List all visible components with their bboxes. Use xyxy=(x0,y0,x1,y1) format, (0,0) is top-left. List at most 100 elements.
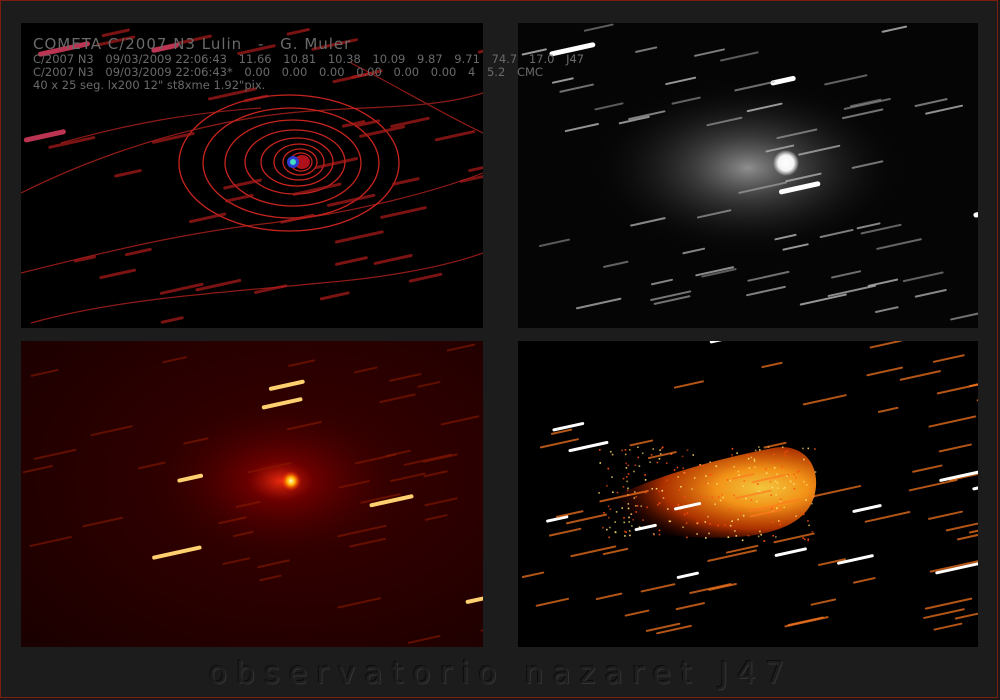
tail-speck xyxy=(729,524,732,527)
tail-speck xyxy=(711,496,714,499)
tail-speck xyxy=(628,521,631,523)
tail-speck xyxy=(696,533,698,535)
tail-speck xyxy=(805,499,807,501)
tail-speck xyxy=(811,502,813,505)
tail-speck xyxy=(716,482,718,485)
tail-speck xyxy=(748,467,751,469)
tail-speck xyxy=(628,516,630,519)
tail-speck xyxy=(779,523,782,526)
tail-speck xyxy=(627,464,630,467)
tail-speck xyxy=(633,491,636,493)
tail-speck xyxy=(693,477,696,479)
tail-speck xyxy=(707,482,709,485)
tail-speck xyxy=(621,449,624,452)
tail-speck xyxy=(775,536,777,538)
tail-speck xyxy=(814,471,817,473)
tail-speck xyxy=(665,462,668,465)
tail-speck xyxy=(704,521,707,523)
tail-speck xyxy=(781,466,783,468)
tail-speck xyxy=(629,534,631,537)
tail-speck xyxy=(624,453,627,456)
tail-speck xyxy=(743,480,746,482)
tail-speck xyxy=(753,458,756,461)
tail-speck xyxy=(692,454,695,456)
tail-speck xyxy=(745,497,747,500)
tail-speck xyxy=(609,450,612,453)
tail-speck xyxy=(677,503,680,506)
tail-speck xyxy=(599,449,601,451)
tail-speck xyxy=(772,461,774,464)
tail-speck xyxy=(733,494,735,497)
tail-speck xyxy=(658,490,661,493)
tail-speck xyxy=(736,452,738,454)
tail-speck xyxy=(709,461,711,463)
tail-speck xyxy=(707,515,709,518)
tail-speck xyxy=(634,464,637,467)
tail-speck xyxy=(652,533,655,535)
tail-speck xyxy=(606,528,608,531)
tail-speck xyxy=(747,457,750,460)
tail-speck xyxy=(729,479,731,482)
tail-speck xyxy=(611,476,613,478)
tail-speck xyxy=(627,507,630,510)
tail-speck xyxy=(777,460,780,462)
tail-speck xyxy=(705,537,707,539)
tail-speck xyxy=(625,531,627,533)
red-map-panel xyxy=(21,341,483,647)
tail-speck xyxy=(686,512,689,515)
tail-speck xyxy=(609,526,611,529)
tail-speck xyxy=(807,520,809,522)
tail-speck xyxy=(786,450,788,452)
tail-speck xyxy=(754,449,757,452)
grayscale-image xyxy=(518,23,978,328)
tail-speck xyxy=(807,539,809,542)
tail-speck xyxy=(652,448,654,450)
tail-speck xyxy=(795,476,797,479)
tail-speck xyxy=(784,486,786,489)
tail-speck xyxy=(598,492,600,494)
tail-speck xyxy=(750,499,753,501)
tail-speck xyxy=(758,446,760,448)
tail-speck xyxy=(783,454,785,456)
tail-speck xyxy=(777,487,779,489)
tail-speck xyxy=(625,462,627,465)
tail-speck xyxy=(682,467,684,470)
tail-speck xyxy=(779,520,781,523)
tail-speck xyxy=(632,519,635,521)
tail-speck xyxy=(631,525,633,527)
tail-speck xyxy=(637,456,640,459)
tail-speck xyxy=(779,498,782,500)
tail-speck xyxy=(803,458,805,461)
tail-speck xyxy=(658,502,661,504)
tail-speck xyxy=(776,482,779,484)
tail-speck xyxy=(622,477,625,480)
tail-speck xyxy=(715,465,718,467)
tail-speck xyxy=(644,474,646,476)
row2-value: 5.2 xyxy=(486,65,506,79)
tail-speck xyxy=(698,464,701,466)
tail-speck xyxy=(793,473,795,476)
tail-speck xyxy=(755,500,758,503)
tail-speck xyxy=(785,455,788,457)
tail-speck xyxy=(629,449,631,451)
tail-speck xyxy=(758,449,761,451)
tail-speck xyxy=(655,487,658,490)
tail-speck xyxy=(784,451,787,454)
tail-speck xyxy=(661,489,664,492)
tail-speck xyxy=(626,489,629,492)
row1-value: 74.7 xyxy=(491,52,518,66)
tail-speck xyxy=(811,531,814,533)
tail-speck xyxy=(717,524,719,527)
tail-speck xyxy=(658,529,661,532)
tail-speck xyxy=(757,490,759,492)
tail-speck xyxy=(783,506,786,509)
tail-panel xyxy=(518,341,978,647)
tail-speck xyxy=(686,449,689,451)
tail-speck xyxy=(624,449,627,451)
tail-speck xyxy=(677,476,679,478)
tail-speck xyxy=(733,465,736,468)
tail-speck xyxy=(814,448,816,450)
tail-speck xyxy=(731,520,733,522)
tail-speck xyxy=(729,508,731,511)
tail-speck xyxy=(708,532,710,535)
